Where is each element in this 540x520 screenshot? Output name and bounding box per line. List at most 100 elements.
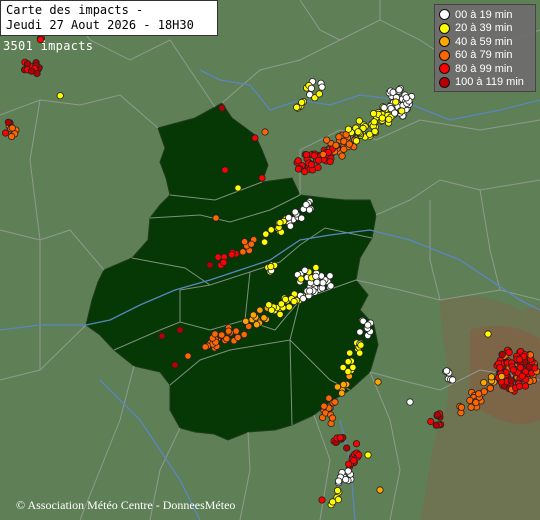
lightning-impact <box>294 157 302 165</box>
lightning-impact <box>307 160 315 169</box>
lightning-impact <box>448 376 457 384</box>
lightning-impact <box>402 94 410 102</box>
legend-item: 40 à 59 min <box>439 35 531 49</box>
lightning-impact <box>260 314 268 322</box>
lightning-impact <box>253 321 261 329</box>
lightning-impact <box>515 382 524 390</box>
lightning-impact <box>338 152 346 160</box>
lightning-impact <box>4 118 12 126</box>
lightning-impact <box>339 380 348 389</box>
lightning-impact <box>184 352 192 360</box>
lightning-impact <box>518 372 526 380</box>
lightning-impact <box>327 282 335 290</box>
lightning-impact <box>344 467 352 475</box>
lightning-impact <box>369 110 378 118</box>
lightning-impact <box>256 306 264 314</box>
lightning-impact <box>239 248 247 256</box>
lightning-impact <box>27 67 36 75</box>
lightning-impact <box>318 83 326 91</box>
lightning-impact <box>277 300 285 308</box>
legend-label: 80 à 99 min <box>455 62 513 75</box>
lightning-impact <box>306 287 314 295</box>
legend-dot-icon <box>439 76 450 88</box>
copyright-text: © Association Météo Centre - DonneesMéte… <box>16 498 236 512</box>
lightning-impact <box>234 333 242 342</box>
lightning-impact <box>212 214 220 222</box>
lightning-impact <box>515 355 524 363</box>
lightning-impact <box>509 366 517 374</box>
lightning-impact <box>442 367 451 375</box>
legend-item: 00 à 19 min <box>439 8 531 22</box>
lightning-impact <box>302 201 310 209</box>
legend-item: 100 à 119 min <box>439 76 531 90</box>
lightning-impact <box>294 165 302 173</box>
lightning-impact <box>320 402 328 410</box>
legend-item: 60 à 79 min <box>439 49 531 63</box>
lightning-impact <box>247 240 255 248</box>
lightning-impact <box>285 303 293 311</box>
lightning-impact <box>344 358 352 366</box>
lightning-impact <box>345 140 353 148</box>
lightning-impact <box>262 230 270 238</box>
lightning-impact <box>326 157 334 166</box>
lightning-impact <box>318 496 326 504</box>
legend-dot-icon <box>439 63 450 75</box>
legend-label: 40 à 59 min <box>455 35 513 48</box>
lightning-impact <box>349 363 357 371</box>
lightning-impact <box>249 311 257 319</box>
lightning-impact <box>325 394 333 402</box>
lightning-impact <box>516 363 525 372</box>
lightning-impact <box>323 136 331 144</box>
lightning-impact <box>332 141 340 149</box>
lightning-impact <box>472 398 480 407</box>
lightning-impact <box>333 383 342 391</box>
lightning-impact <box>225 327 233 335</box>
lightning-impact <box>234 184 242 192</box>
legend-dot-icon <box>439 49 450 61</box>
lightning-impact <box>312 263 320 272</box>
lightning-impact <box>218 104 226 112</box>
lightning-impact <box>298 98 306 107</box>
legend-dot-icon <box>439 36 450 48</box>
lightning-impact <box>297 275 305 283</box>
lightning-impact <box>258 174 266 182</box>
lightning-impact <box>364 451 372 459</box>
legend-item: 80 à 99 min <box>439 62 531 76</box>
lightning-impact <box>391 109 399 117</box>
lightning-impact <box>344 125 353 133</box>
lightning-impact <box>521 382 530 390</box>
lightning-impact <box>340 145 348 153</box>
lightning-impact <box>8 132 16 141</box>
lightning-impact <box>475 390 483 398</box>
lightning-impact <box>392 98 400 106</box>
lightning-impact <box>240 330 248 339</box>
lightning-impact <box>333 486 342 495</box>
lightning-impact <box>314 163 322 172</box>
lightning-impact <box>343 444 351 452</box>
lightning-impact <box>297 214 306 222</box>
lightning-impact <box>352 137 360 145</box>
lightning-impact <box>355 117 363 125</box>
lightning-impact <box>276 310 284 318</box>
lightning-impact <box>286 222 294 230</box>
lightning-impact <box>241 238 249 246</box>
legend-label: 60 à 79 min <box>455 49 513 62</box>
lightning-impact <box>214 253 222 261</box>
lightning-impact <box>232 327 240 335</box>
lightning-impact <box>466 396 474 404</box>
lightning-impact <box>206 261 214 269</box>
lightning-impact <box>56 92 64 100</box>
lightning-impact <box>1 129 10 137</box>
lightning-impact <box>291 208 299 216</box>
lightning-impact <box>158 332 166 340</box>
lightning-impact <box>398 107 406 115</box>
lightning-map: Carte des impacts - Jeudi 27 Aout 2026 -… <box>0 0 540 520</box>
lightning-impact <box>319 279 327 287</box>
impact-count: 3501 impacts <box>3 39 94 53</box>
lightning-impact <box>406 398 414 406</box>
lightning-impact <box>357 341 365 349</box>
lightning-impact <box>370 118 378 126</box>
legend-label: 20 à 39 min <box>455 22 513 35</box>
lightning-impact <box>331 398 339 406</box>
legend-label: 00 à 19 min <box>455 8 513 21</box>
